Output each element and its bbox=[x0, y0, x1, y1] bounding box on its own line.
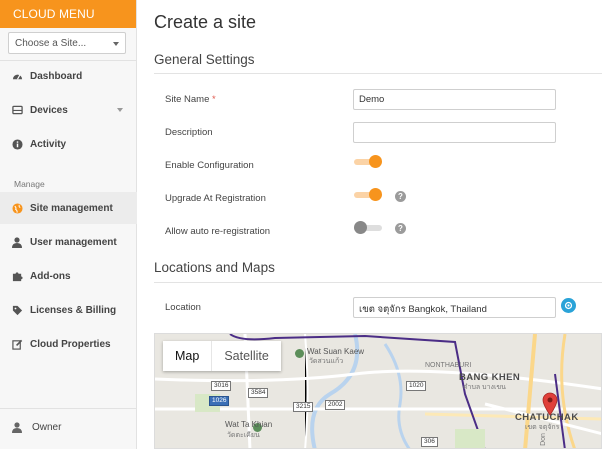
sidebar: CLOUD MENU Choose a Site... Dashboard De… bbox=[0, 0, 137, 449]
locate-icon[interactable] bbox=[561, 298, 576, 313]
help-icon[interactable]: ? bbox=[395, 191, 406, 202]
site-select-label: Choose a Site... bbox=[15, 38, 87, 49]
tab-map[interactable]: Map bbox=[163, 341, 211, 371]
dashboard-icon bbox=[0, 71, 30, 82]
road-shield: 1020 bbox=[406, 381, 427, 391]
owner-menu[interactable]: Owner bbox=[0, 416, 137, 438]
description-input[interactable] bbox=[353, 122, 556, 143]
map-label: Wat Suan Kaew bbox=[307, 347, 365, 356]
sidebar-item-label: Cloud Properties bbox=[30, 338, 111, 350]
user-icon bbox=[0, 421, 32, 433]
map-view[interactable]: Map Satellite Wat Suan Kaew วัดสวนแก้ว N… bbox=[154, 333, 602, 449]
tab-satellite[interactable]: Satellite bbox=[211, 341, 280, 371]
sidebar-item-label: Dashboard bbox=[30, 70, 83, 82]
site-select[interactable]: Choose a Site... bbox=[8, 32, 126, 54]
puzzle-icon bbox=[0, 271, 30, 282]
devices-icon bbox=[0, 105, 30, 115]
sidebar-item-dashboard[interactable]: Dashboard bbox=[0, 60, 137, 92]
page-title: Create a site bbox=[154, 12, 257, 32]
section-divider bbox=[154, 282, 602, 283]
sidebar-item-cloud-properties[interactable]: Cloud Properties bbox=[0, 328, 137, 360]
sidebar-header: CLOUD MENU bbox=[0, 0, 136, 28]
sidebar-item-label: Site management bbox=[30, 202, 113, 214]
sidebar-item-activity[interactable]: Activity bbox=[0, 128, 137, 160]
edit-icon bbox=[0, 339, 30, 350]
description-label: Description bbox=[165, 127, 213, 138]
road-shield: 3584 bbox=[248, 388, 269, 398]
map-label: Don bbox=[539, 433, 547, 446]
map-label: ตำบล บางเขน bbox=[463, 384, 506, 391]
required-mark: * bbox=[212, 94, 216, 105]
poi-icon bbox=[295, 349, 304, 358]
road-shield: 3016 bbox=[211, 381, 232, 391]
map-label: วัดตะเคียน bbox=[227, 432, 260, 439]
map-label: เขต จตุจักร bbox=[525, 424, 560, 431]
tag-icon bbox=[0, 305, 30, 316]
section-label-manage: Manage bbox=[14, 179, 45, 189]
toggle-knob bbox=[369, 188, 382, 201]
main-content: Create a site General Settings Site Name… bbox=[138, 0, 602, 449]
globe-icon bbox=[0, 202, 30, 214]
sidebar-item-label: Add-ons bbox=[30, 270, 71, 282]
sidebar-item-user-management[interactable]: User management bbox=[0, 226, 137, 258]
sidebar-item-label: Activity bbox=[30, 138, 67, 150]
sidebar-item-label: Licenses & Billing bbox=[30, 304, 117, 316]
user-icon bbox=[0, 236, 30, 248]
road-shield: 3215 bbox=[293, 402, 314, 412]
upgrade-at-registration-label: Upgrade At Registration bbox=[165, 193, 266, 204]
sidebar-item-licenses-billing[interactable]: Licenses & Billing bbox=[0, 294, 137, 326]
location-label: Location bbox=[165, 302, 201, 313]
sidebar-item-label: User management bbox=[30, 236, 117, 248]
enable-configuration-label: Enable Configuration bbox=[165, 160, 254, 171]
allow-auto-reregistration-toggle[interactable] bbox=[354, 221, 382, 235]
map-label: NONTHABURI bbox=[425, 362, 472, 369]
road-shield: 306 bbox=[421, 437, 438, 447]
help-icon[interactable]: ? bbox=[395, 223, 406, 234]
site-name-label: Site Name * bbox=[165, 94, 216, 105]
location-input[interactable]: เขต จตุจักร Bangkok, Thailand bbox=[353, 297, 556, 318]
map-type-tabs: Map Satellite bbox=[163, 341, 281, 371]
map-marker-icon[interactable] bbox=[542, 392, 558, 416]
sidebar-item-devices[interactable]: Devices bbox=[0, 94, 137, 126]
toggle-knob bbox=[354, 221, 367, 234]
upgrade-at-registration-toggle[interactable] bbox=[354, 188, 382, 202]
section-title-general: General Settings bbox=[154, 52, 255, 67]
site-name-input[interactable]: Demo bbox=[353, 89, 556, 110]
section-title-locations: Locations and Maps bbox=[154, 260, 275, 275]
section-divider bbox=[154, 73, 602, 74]
road-shield: 1026 bbox=[209, 396, 230, 406]
map-label: Wat Ta Khian bbox=[225, 420, 273, 429]
owner-label: Owner bbox=[32, 421, 62, 433]
chevron-down-icon bbox=[113, 42, 119, 46]
chevron-down-icon bbox=[117, 108, 123, 112]
sidebar-divider bbox=[0, 408, 137, 409]
toggle-knob bbox=[369, 155, 382, 168]
info-icon bbox=[0, 138, 30, 150]
road-shield: 2002 bbox=[325, 400, 346, 410]
site-name-label-text: Site Name bbox=[165, 94, 210, 105]
allow-auto-reregistration-label: Allow auto re-registration bbox=[165, 226, 271, 237]
enable-configuration-toggle[interactable] bbox=[354, 155, 382, 169]
map-label: วัดสวนแก้ว bbox=[309, 358, 344, 365]
sidebar-item-add-ons[interactable]: Add-ons bbox=[0, 260, 137, 292]
sidebar-item-site-management[interactable]: Site management bbox=[0, 192, 137, 224]
